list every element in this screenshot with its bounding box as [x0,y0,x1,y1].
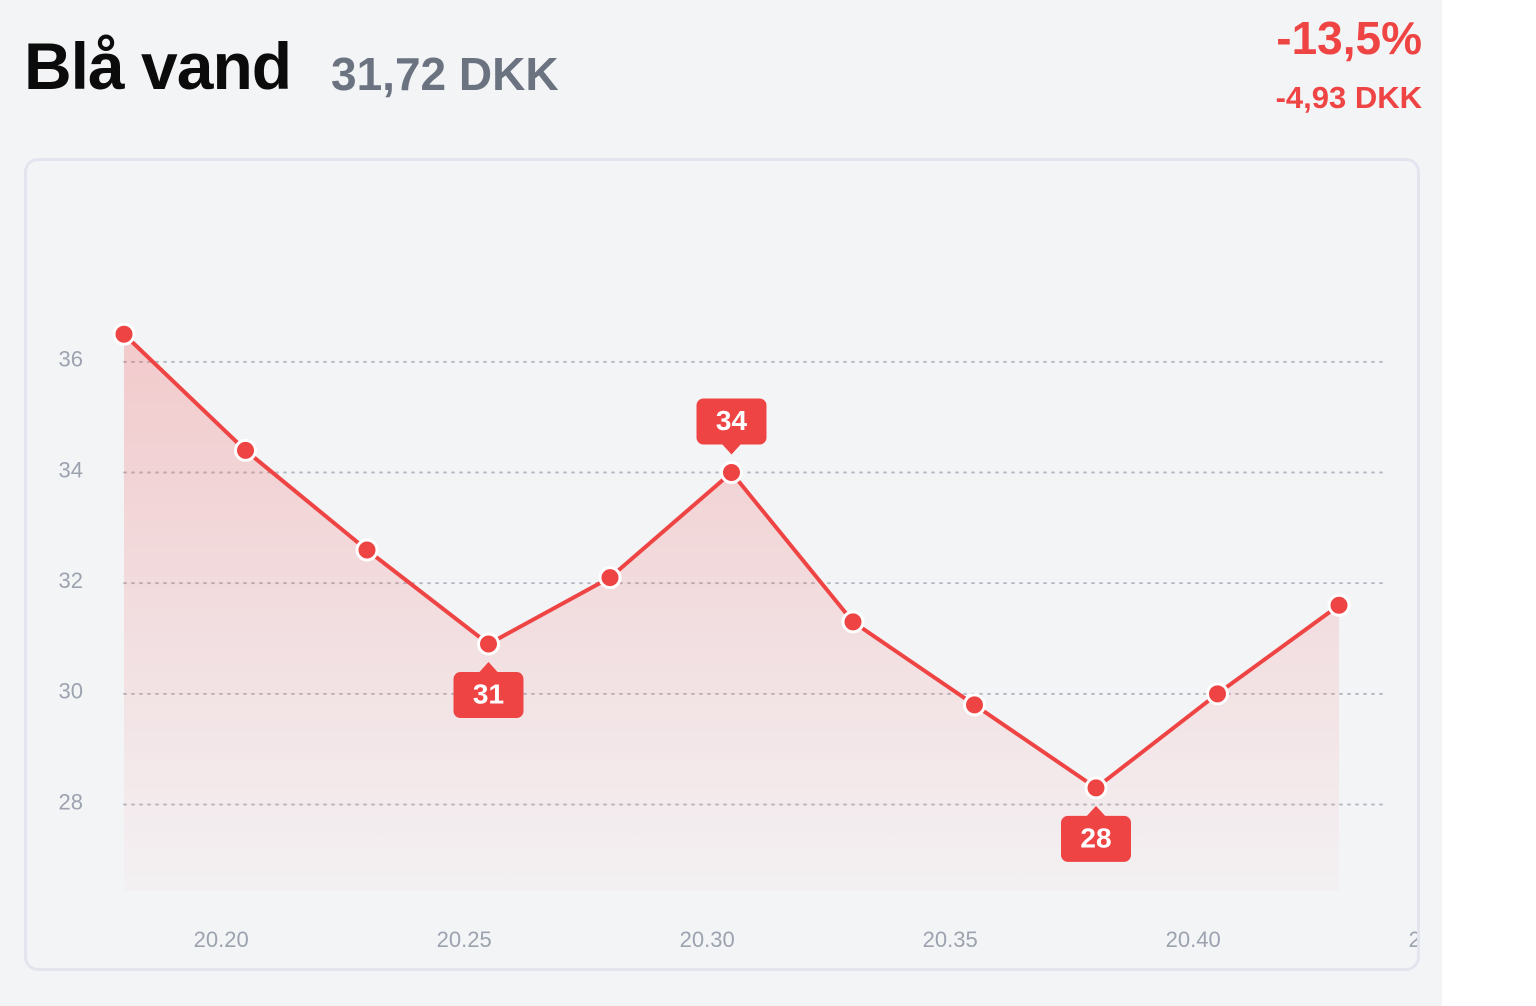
data-point-8 [1084,776,1108,800]
data-point-0 [112,322,136,346]
x-tick-label-0: 20.20 [194,927,249,952]
y-tick-label-36: 36 [59,347,83,372]
x-tick-label-4: 20.40 [1166,927,1221,952]
x-tick-label-2: 20.30 [680,927,735,952]
data-point-6 [841,610,865,634]
data-point-9 [1206,682,1229,706]
y-axis-ticks: 28 30 32 34 36 [59,347,83,815]
stock-panel: Blå vand 31,72 DKK -13,5% -4,93 DKK 28 30… [0,0,1442,1006]
x-tick-label-5: 20.45 [1409,927,1420,952]
badge-34: 34 [696,398,767,455]
y-tick-label-30: 30 [59,679,83,704]
chart-card: 28 30 32 34 36 20.20 20.25 20.30 20.35 20.40 20.4… [24,158,1420,971]
x-tick-label-3: 20.35 [923,927,978,952]
data-point-5 [720,461,743,485]
data-point-1 [234,438,257,462]
data-point-10 [1327,593,1351,617]
badge-label: 31 [473,678,504,709]
change-absolute: -4,93 DKK [1275,80,1422,115]
stock-title: Blå vand [24,29,292,103]
badge-label: 28 [1080,822,1111,853]
badge-label: 34 [716,405,748,436]
data-point-3 [477,632,500,656]
data-point-2 [355,538,379,562]
data-point-4 [598,566,622,590]
badge-pointer [721,443,742,455]
change-percent: -13,5% [1276,12,1422,64]
stock-price: 31,72 DKK [331,48,559,100]
price-chart[interactable]: 28 30 32 34 36 20.20 20.25 20.30 20.35 20.40 20.4… [24,158,1420,971]
data-point-7 [963,693,986,717]
x-axis-ticks: 20.20 20.25 20.30 20.35 20.40 20.45 [194,927,1420,952]
y-tick-label-34: 34 [59,457,83,482]
y-tick-label-32: 32 [59,568,83,593]
y-tick-label-28: 28 [59,789,83,814]
x-tick-label-1: 20.25 [437,927,492,952]
